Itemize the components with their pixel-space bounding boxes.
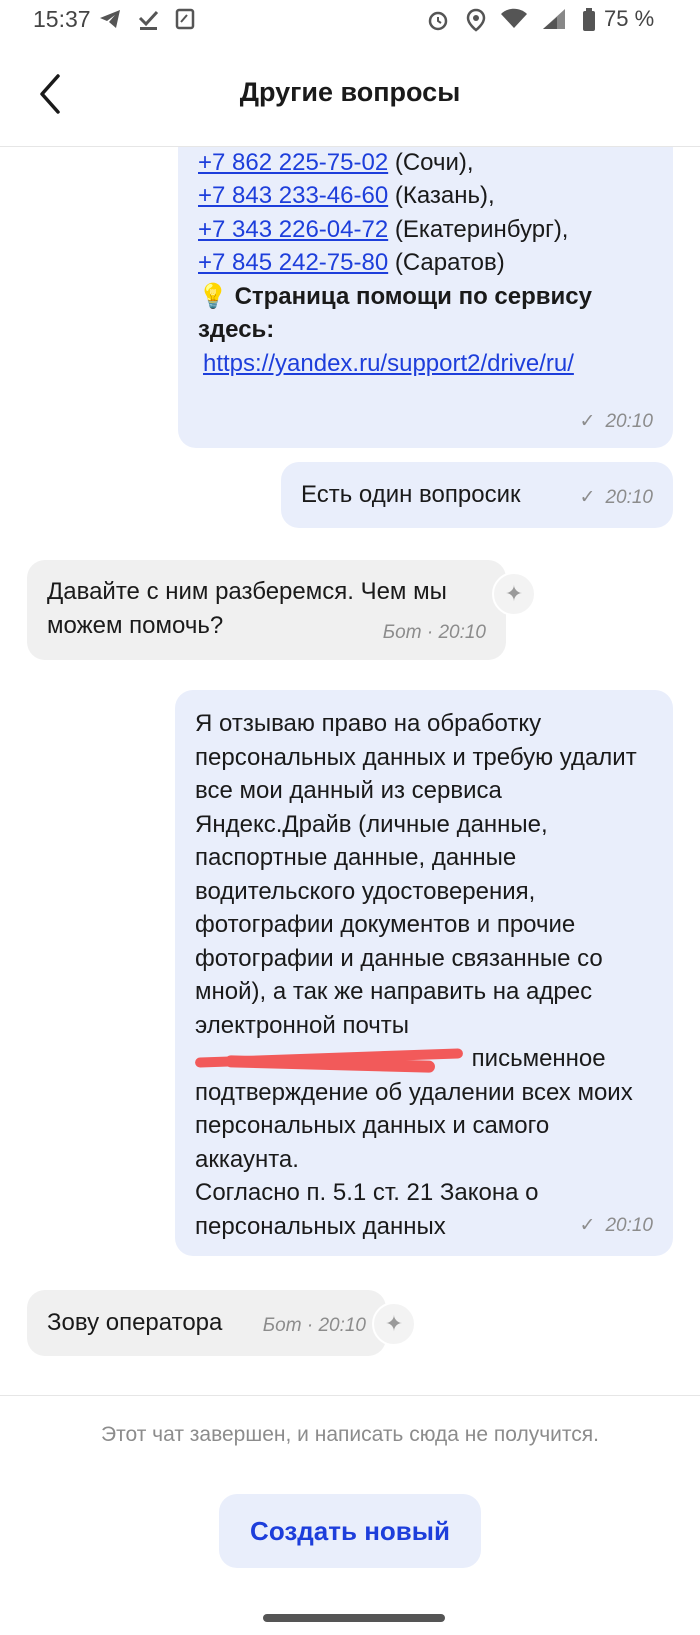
phone-link-ekaterinburg[interactable]: +7 343 226-04-72	[198, 216, 388, 243]
message-meta: Бот · 20:10	[262, 1315, 366, 1336]
alarm-icon	[426, 8, 450, 37]
message-bubble-support-contacts: +7 812 389-08-08 (Санкт-Петербург), +7 8…	[178, 146, 673, 448]
signal-icon	[541, 8, 567, 35]
phone-link-saratov[interactable]: +7 845 242-75-80	[198, 249, 388, 276]
message-text: Есть один вопросик	[301, 481, 521, 508]
wifi-icon	[500, 8, 528, 35]
phone-city: (Саратов)	[388, 249, 505, 276]
phone-line: +7 845 242-75-80 (Саратов)	[198, 246, 649, 280]
check-icon: ✓	[579, 410, 596, 432]
phone-line: +7 862 225-75-02 (Сочи),	[198, 146, 649, 179]
message-meta: ✓ 20:10	[580, 481, 653, 515]
phone-city: (Сочи),	[388, 148, 474, 176]
chat-ended-notice: Этот чат завершен, и написать сюда не по…	[101, 1423, 599, 1446]
message-bubble-data-deletion-request: Я отзываю право на обработку персональны…	[175, 690, 673, 1256]
download-done-icon	[137, 8, 159, 35]
phone-line: +7 343 226-04-72 (Екатеринбург),	[198, 213, 649, 247]
message-bubble-question: Есть один вопросик ✓ 20:10	[281, 462, 673, 528]
help-link-line: https://yandex.ru/support2/drive/ru/	[198, 347, 649, 381]
lightbulb-icon: 💡	[198, 282, 228, 310]
create-new-chat-button[interactable]: Создать новый	[219, 1494, 481, 1568]
phone-city: (Казань),	[388, 182, 495, 209]
message-meta: ✓ 20:10	[580, 1209, 653, 1243]
chat-header: Другие вопросы	[0, 44, 700, 147]
check-icon: ✓	[579, 487, 596, 508]
message-meta: Бот · 20:10	[382, 622, 486, 643]
document-icon	[174, 8, 196, 35]
phone-city: (Екатеринбург),	[388, 215, 569, 243]
message-time: 20:10	[605, 410, 653, 432]
sparkle-icon[interactable]: ✦	[372, 1302, 416, 1346]
help-title-text: Страница помощи по сервису здесь:	[198, 282, 592, 344]
gesture-home-bar[interactable]	[263, 1614, 445, 1622]
battery-percent: 75 %	[604, 6, 655, 31]
message-text: Зову оператора	[47, 1309, 223, 1336]
status-time: 15:37	[33, 6, 91, 32]
sparkle-icon[interactable]: ✦	[492, 572, 536, 616]
page-title: Другие вопросы	[239, 77, 461, 107]
telegram-icon	[98, 8, 122, 35]
help-link[interactable]: https://yandex.ru/support2/drive/ru/	[203, 350, 574, 377]
message-time: 20:10	[605, 487, 653, 508]
message-time: 20:10	[605, 1214, 653, 1236]
battery-icon	[582, 8, 596, 37]
check-icon: ✓	[579, 1214, 596, 1236]
location-icon	[466, 8, 486, 37]
status-bar: 15:37 75 %	[0, 0, 700, 44]
message-text: Я отзываю право на обработку персональны…	[195, 710, 637, 1039]
phone-link-kazan[interactable]: +7 843 233-46-60	[198, 182, 388, 209]
redacted-email	[195, 1048, 465, 1072]
message-bubble-bot: Давайте с ним разберемся. Чем мы можем п…	[27, 560, 506, 660]
footer-divider	[0, 1395, 700, 1396]
chat-messages[interactable]: +7 812 389-08-08 (Санкт-Петербург), +7 8…	[0, 146, 700, 1396]
message-law-reference: Согласно п. 5.1 ст. 21 Закона о персонал…	[195, 1179, 539, 1240]
message-bubble-bot-operator: Зову оператора Бот · 20:10	[27, 1290, 386, 1356]
phone-line: +7 843 233-46-60 (Казань),	[198, 179, 649, 213]
help-title: 💡 Страница помощи по сервису здесь:	[198, 280, 649, 347]
phone-link-sochi[interactable]: +7 862 225-75-02	[198, 149, 388, 176]
message-meta: ✓ 20:10	[580, 405, 653, 439]
